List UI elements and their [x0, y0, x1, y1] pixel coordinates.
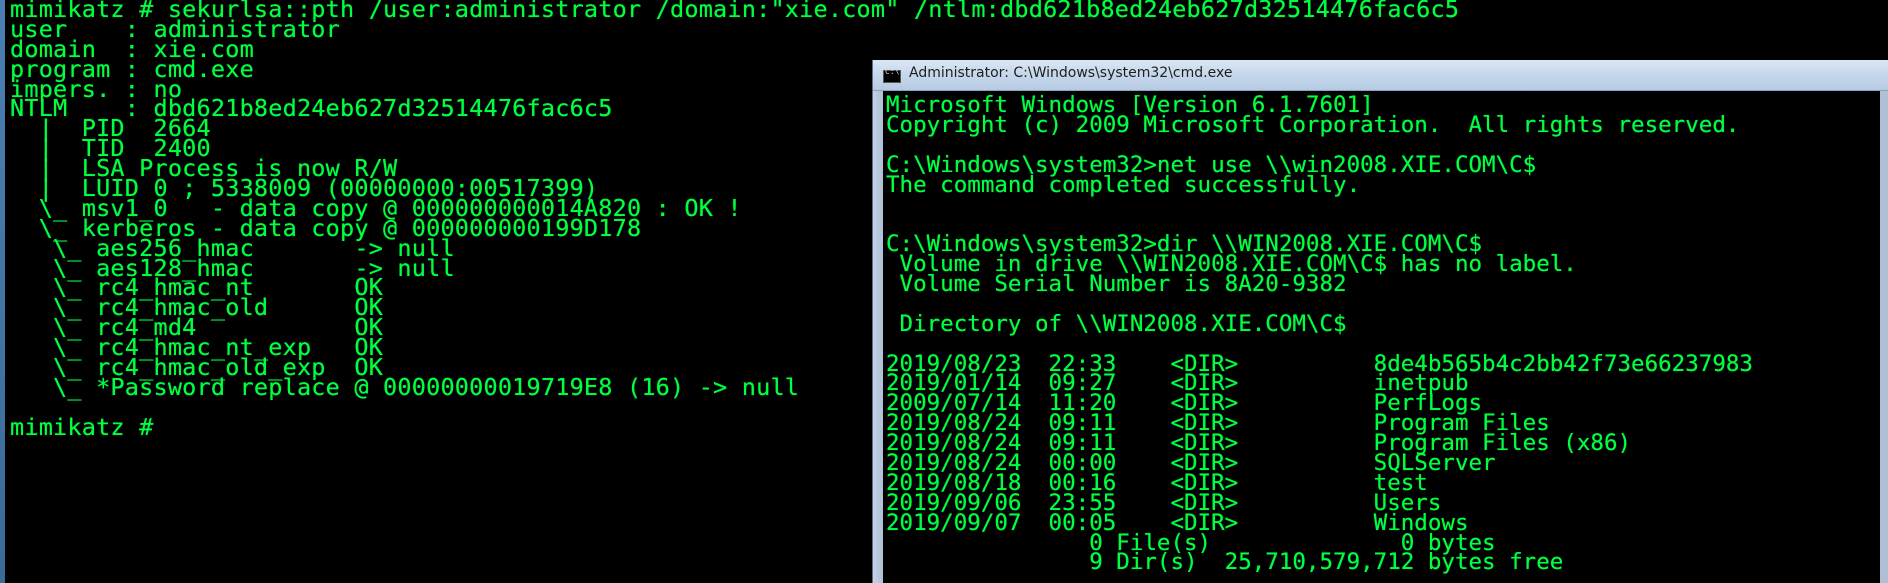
cmd-titlebar[interactable]: Administrator: C:\Windows\system32\cmd.e… [873, 60, 1888, 91]
window-frame-left [873, 91, 883, 583]
cmd-window[interactable]: Administrator: C:\Windows\system32\cmd.e… [872, 60, 1888, 583]
cmd-line: Volume Serial Number is 8A20-9382 [886, 271, 1347, 298]
cmd-console[interactable]: Microsoft Windows [Version 6.1.7601] Copy… [883, 91, 1880, 583]
cmd-line: Directory of \\WIN2008.XIE.COM\C$ [886, 310, 1347, 337]
cmd-output: Microsoft Windows [Version 6.1.7601] Copy… [886, 94, 1753, 576]
window-title: Administrator: C:\Windows\system32\cmd.e… [909, 65, 1233, 81]
cmd-line: The command completed successfully. [886, 171, 1361, 198]
cmd-line: Copyright (c) 2009 Microsoft Corporation… [886, 111, 1740, 138]
cmd-icon [883, 67, 901, 83]
window-frame-right [1880, 91, 1888, 583]
window-frame-edge [0, 0, 5, 583]
cmd-line [886, 195, 1753, 215]
dir-summary: 9 Dir(s) 25,710,579,712 bytes free [886, 549, 1564, 576]
